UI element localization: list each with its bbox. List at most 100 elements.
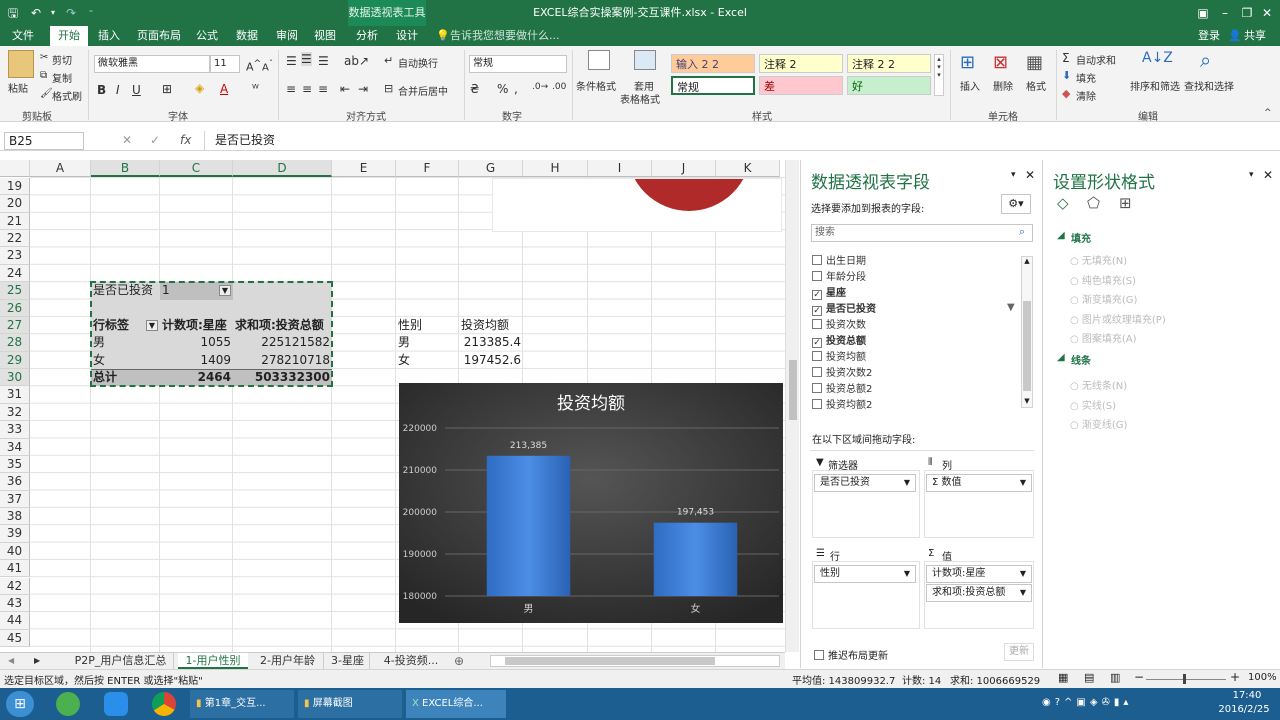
checkbox-icon[interactable]: ✓ (812, 290, 822, 300)
sheet-tab-gender[interactable]: 1-用户性别 (178, 653, 248, 669)
format-radio-option[interactable]: ○ 图案填充(A) (1070, 330, 1137, 345)
row-header-26[interactable]: 26 (0, 299, 30, 317)
restore-icon[interactable]: ❐ (1238, 0, 1256, 26)
merge-center-button[interactable]: 合并后居中 (398, 83, 448, 98)
row-header-32[interactable]: 32 (0, 403, 30, 422)
row-header-30[interactable]: 30 (0, 369, 30, 387)
checkbox-icon[interactable] (812, 383, 822, 393)
side-table-value[interactable]: 213385.4 (459, 334, 523, 351)
row-header-28[interactable]: 28 (0, 334, 30, 352)
checkbox-icon[interactable] (812, 255, 822, 265)
style-note-2[interactable]: 注释 2 2 (847, 54, 931, 73)
sheet-tab-frequency[interactable]: 4-投资频... (374, 653, 448, 669)
borders-icon[interactable]: ⊞ (162, 82, 172, 96)
row-header-29[interactable]: 29 (0, 351, 30, 370)
style-bad[interactable]: 差 (759, 76, 843, 95)
pane-options-icon[interactable]: ▾ (1011, 170, 1016, 180)
grow-font-icon[interactable]: A^ (246, 58, 261, 74)
field-list-scrollbar[interactable]: ▲ ▼ (1021, 256, 1033, 408)
sheet-tab-constellation[interactable]: 3-星座 (326, 653, 370, 669)
format-painter-button[interactable]: 格式刷 (52, 88, 82, 103)
side-table-key[interactable]: 男 (396, 334, 459, 351)
row-header-22[interactable]: 22 (0, 230, 30, 248)
scroll-up-icon[interactable]: ▲ (1022, 257, 1032, 265)
page-break-icon[interactable]: ▥ (1110, 671, 1120, 684)
redo-icon[interactable]: ↷ (64, 0, 78, 26)
row-header-19[interactable]: 19 (0, 178, 30, 196)
row-header-35[interactable]: 35 (0, 455, 30, 474)
checkbox-icon[interactable] (812, 271, 822, 281)
taskbar-item-1[interactable]: ▮ 第1章_交互... (190, 690, 294, 718)
format-radio-option[interactable]: ○ 无填充(N) (1070, 252, 1127, 267)
field-item[interactable]: 投资次数 (812, 319, 866, 333)
enter-icon[interactable]: ✓ (150, 133, 160, 147)
fill-color-icon[interactable]: ◈ (195, 81, 204, 95)
app-icon-blue[interactable] (104, 692, 128, 716)
sheet-tab-age[interactable]: 2-用户年龄 (252, 653, 324, 669)
style-note[interactable]: 注释 2 (759, 54, 843, 73)
pane-close-icon[interactable]: ✕ (1025, 168, 1035, 182)
tab-data[interactable]: 数据 (230, 26, 264, 46)
customize-qat-icon[interactable]: ⁼ (86, 0, 96, 26)
taskbar-item-3[interactable]: X EXCEL综合... (406, 690, 506, 718)
column-header-e[interactable]: E (332, 160, 396, 177)
tab-view[interactable]: 视图 (308, 26, 342, 46)
share-button[interactable]: 共享 (1240, 26, 1270, 46)
row-header-33[interactable]: 33 (0, 421, 30, 439)
align-right-icon[interactable]: ≡ (318, 82, 328, 96)
format-radio-option[interactable]: ○ 纯色填充(S) (1070, 272, 1136, 287)
bold-icon[interactable]: B (97, 83, 106, 97)
tab-file[interactable]: 文件 (4, 26, 42, 46)
copy-button[interactable]: 复制 (52, 70, 72, 85)
new-sheet-icon[interactable]: ⊕ (454, 653, 464, 669)
update-button[interactable]: 更新 (1004, 643, 1034, 661)
align-left-icon[interactable]: ≡ (286, 82, 296, 96)
effects-icon[interactable]: ⬠ (1087, 194, 1100, 212)
field-item[interactable]: 投资均额2 (812, 399, 872, 413)
collapse-ribbon-icon[interactable]: ^ (1264, 108, 1272, 118)
row-header-42[interactable]: 42 (0, 577, 30, 595)
row-header-36[interactable]: 36 (0, 473, 30, 491)
align-center-icon[interactable]: ≡ (302, 82, 312, 96)
cancel-icon[interactable]: ✕ (122, 133, 132, 147)
side-table-key[interactable]: 女 (396, 352, 459, 369)
italic-icon[interactable]: I (116, 83, 120, 97)
bar-chart[interactable]: 投资均额 180000 190000 200000 210000 220000 213,38… (399, 383, 783, 624)
pane-close-icon[interactable]: ✕ (1263, 168, 1273, 182)
field-search-input[interactable]: 搜索 (811, 224, 1033, 242)
field-item[interactable]: 投资均额 (812, 351, 866, 365)
phonetic-icon[interactable]: ᵂ (252, 82, 259, 95)
field-item[interactable]: 投资总额2 (812, 383, 872, 397)
scroll-thumb[interactable] (1023, 301, 1031, 391)
tab-page-layout[interactable]: 页面布局 (132, 26, 186, 46)
app-icon-green[interactable] (56, 692, 80, 716)
shrink-font-icon[interactable]: Aˇ (262, 58, 273, 73)
font-name-combo[interactable]: 微软雅黑 (94, 55, 210, 73)
checkbox-icon[interactable] (812, 319, 822, 329)
decrease-indent-icon[interactable]: ⇤ (340, 82, 350, 96)
font-size-combo[interactable]: 11 (210, 55, 240, 73)
next-sheet-icon[interactable]: ▶ (34, 653, 40, 669)
increase-decimal-icon[interactable]: .0→ (532, 82, 548, 92)
row-header-23[interactable]: 23 (0, 247, 30, 265)
scroll-thumb[interactable] (505, 657, 715, 665)
column-header-k[interactable]: K (716, 160, 780, 177)
field-item[interactable]: 投资次数2 (812, 367, 872, 381)
page-layout-icon[interactable]: ▤ (1084, 671, 1094, 684)
format-radio-option[interactable]: ○ 渐变线(G) (1070, 416, 1127, 431)
row-header-40[interactable]: 40 (0, 542, 30, 561)
column-field-chip[interactable]: Σ 数值 ▼ (926, 474, 1032, 492)
orientation-icon[interactable]: ab↗ (344, 54, 369, 68)
scroll-down-icon[interactable]: ▼ (1022, 397, 1032, 405)
sign-in-link[interactable]: 登录 (1194, 26, 1224, 46)
clear-button[interactable]: 清除 (1076, 88, 1096, 103)
row-header-24[interactable]: 24 (0, 264, 30, 283)
paste-button[interactable]: 粘贴 (8, 80, 28, 95)
column-header-h[interactable]: H (523, 160, 588, 177)
wrap-text-button[interactable]: 自动换行 (398, 55, 438, 70)
row-header-41[interactable]: 41 (0, 560, 30, 578)
pie-chart-fragment[interactable] (492, 178, 782, 232)
column-header-f[interactable]: F (396, 160, 459, 177)
style-input[interactable]: 输入 2 2 (671, 54, 755, 73)
column-header-a[interactable]: A (30, 160, 91, 177)
